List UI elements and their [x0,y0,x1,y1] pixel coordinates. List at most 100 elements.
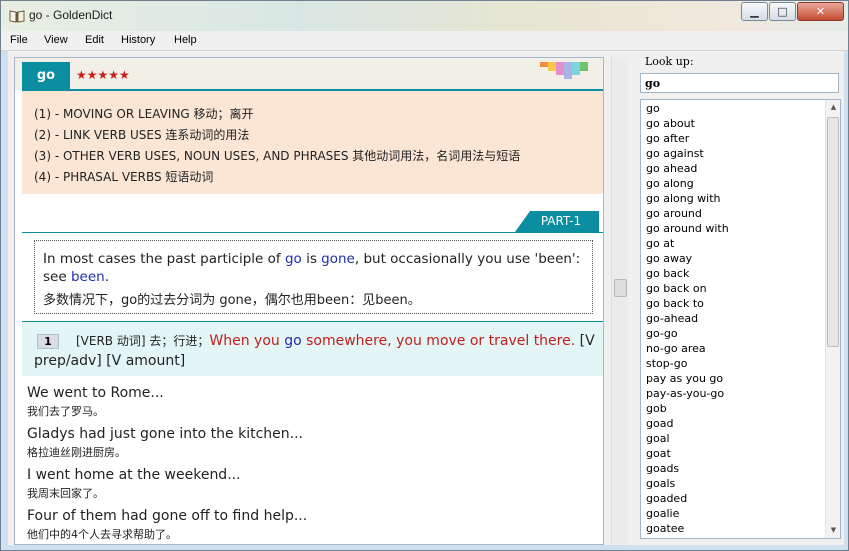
example-english: I went home at the weekend... [27,467,241,483]
sense-link[interactable]: (2) - LINK VERB USES 连系动词的用法 [34,126,249,143]
usage-note: In most cases the past participle of go … [34,240,593,314]
maximize-button[interactable]: □ [769,2,796,21]
word-list-item[interactable]: go [646,102,660,115]
note-text: . [104,269,109,285]
decoration-bar [540,62,548,67]
sense-link[interactable]: (4) - PHRASAL VERBS 短语动词 [34,168,213,185]
main-area: go ★★★★★ (1) - MOVING OR LEAVING 移动；离开 (… [8,51,844,545]
word-list-item[interactable]: go along [646,177,694,190]
title-bar[interactable]: go - GoldenDict ▁ □ ✕ [1,1,848,31]
menu-edit[interactable]: Edit [85,34,104,46]
word-list-item[interactable]: gobbet [646,537,685,538]
word-list-item[interactable]: go away [646,252,692,265]
example: Gladys had just gone into the kitchen...… [27,426,303,460]
scroll-up-icon[interactable]: ▲ [826,100,840,115]
menu-view[interactable]: View [44,34,68,46]
article-view[interactable]: go ★★★★★ (1) - MOVING OR LEAVING 移动；离开 (… [14,57,604,545]
definition: [VERB 动词] 去；行进；When you go somewhere, yo… [22,322,603,376]
word-list[interactable]: go go about go after go against go ahead go a… [640,99,841,539]
word-list-item[interactable]: go after [646,132,689,145]
sense-link[interactable]: (1) - MOVING OR LEAVING 移动；离开 [34,105,254,122]
word-list-scroll-thumb[interactable] [827,117,839,347]
word-list-item[interactable]: pay-as-you-go [646,387,724,400]
word-list-item[interactable]: goalie [646,507,679,520]
decoration-bar [548,62,556,71]
menu-history[interactable]: History [121,34,155,46]
word-list-item[interactable]: stop-go [646,357,687,370]
definition-chinese: 去；行进； [149,334,210,348]
word-list-item[interactable]: goat [646,447,671,460]
lookup-input[interactable]: go [640,73,839,93]
goldendict-window: go - GoldenDict ▁ □ ✕ File View Edit His… [0,0,849,551]
note-text: is [301,251,322,267]
sense-link[interactable]: (3) - OTHER VERB USES, NOUN USES, AND PH… [34,147,520,164]
sense-menu: (1) - MOVING OR LEAVING 移动；离开 (2) - LINK… [22,91,603,194]
frequency-stars: ★★★★★ [76,68,130,82]
word-list-item[interactable]: go back on [646,282,707,295]
word-list-item[interactable]: go back [646,267,689,280]
close-button[interactable]: ✕ [797,2,844,21]
scroll-down-icon[interactable]: ▼ [826,523,840,538]
example-chinese: 他们中的4个人去寻求帮助了。 [27,528,177,541]
example-chinese: 格拉迪丝刚进厨房。 [27,446,126,459]
definition-part: somewhere, you move or travel there. [301,333,576,349]
link-been[interactable]: been [71,269,105,285]
part-label: PART-1 [515,211,599,232]
example-english: Four of them had gone off to find help..… [27,508,308,524]
example: We went to Rome... 我们去了罗马。 [27,385,164,419]
decoration-bar [572,62,580,75]
link-go[interactable]: go [285,251,302,267]
link-go[interactable]: go [284,333,301,349]
word-list-item[interactable]: goal [646,432,670,445]
book-icon [9,8,25,23]
word-list-item[interactable]: go-ahead [646,312,698,325]
definition-english: When you go somewhere, you move or trave… [209,333,575,349]
word-list-item[interactable]: goals [646,477,675,490]
decoration-bar [556,62,564,75]
usage-note-chinese: 多数情况下，go的过去分词为 gone，偶尔也用been：见been。 [43,293,421,308]
word-list-item[interactable]: gob [646,402,667,415]
word-list-item[interactable]: go around [646,207,702,220]
definition-text: [VERB 动词] 去；行进；When you go somewhere, yo… [34,331,603,371]
menu-file[interactable]: File [10,34,28,46]
definition-number: 1 [37,334,59,349]
grammar-tag: [VERB 动词] [76,334,146,348]
word-list-item[interactable]: goad [646,417,673,430]
note-text: In most cases the past participle of [43,251,285,267]
example: I went home at the weekend... 我周末回家了。 [27,467,241,501]
window-title: go - GoldenDict [29,8,113,22]
example: Four of them had gone off to find help..… [27,508,307,542]
lookup-label: Look up: [645,55,694,68]
pane-splitter[interactable] [628,51,635,545]
word-list-item[interactable]: go back to [646,297,704,310]
word-list-item[interactable]: goatee [646,522,684,535]
usage-note-english: In most cases the past participle of go … [43,250,588,286]
word-list-item[interactable]: no-go area [646,342,706,355]
article-scrollbar[interactable] [611,57,628,545]
example-english: We went to Rome... [27,385,164,401]
example-chinese: 我周末回家了。 [27,487,104,500]
minimize-button[interactable]: ▁ [741,2,768,21]
example-english: Gladys had just gone into the kitchen... [27,426,303,442]
word-list-item[interactable]: go ahead [646,162,697,175]
menu-help[interactable]: Help [174,34,197,46]
definition-part: When you [209,333,285,349]
word-list-item[interactable]: go around with [646,222,729,235]
word-list-item[interactable]: go about [646,117,695,130]
decoration-bar [580,62,588,71]
word-list-item[interactable]: go-go [646,327,678,340]
link-gone[interactable]: gone [321,251,355,267]
word-list-item[interactable]: go at [646,237,674,250]
word-list-item[interactable]: go along with [646,192,721,205]
word-list-item[interactable]: pay as you go [646,372,723,385]
word-list-item[interactable]: goaded [646,492,687,505]
article-scroll-thumb[interactable] [614,279,627,297]
menu-bar: File View Edit History Help [1,31,848,51]
part-divider [22,232,603,233]
word-list-item[interactable]: go against [646,147,704,160]
example-chinese: 我们去了罗马。 [27,405,104,418]
headword: go [22,62,70,89]
word-list-scrollbar[interactable]: ▲ ▼ [825,100,840,538]
decoration-bar [564,62,572,79]
word-list-item[interactable]: goads [646,462,679,475]
